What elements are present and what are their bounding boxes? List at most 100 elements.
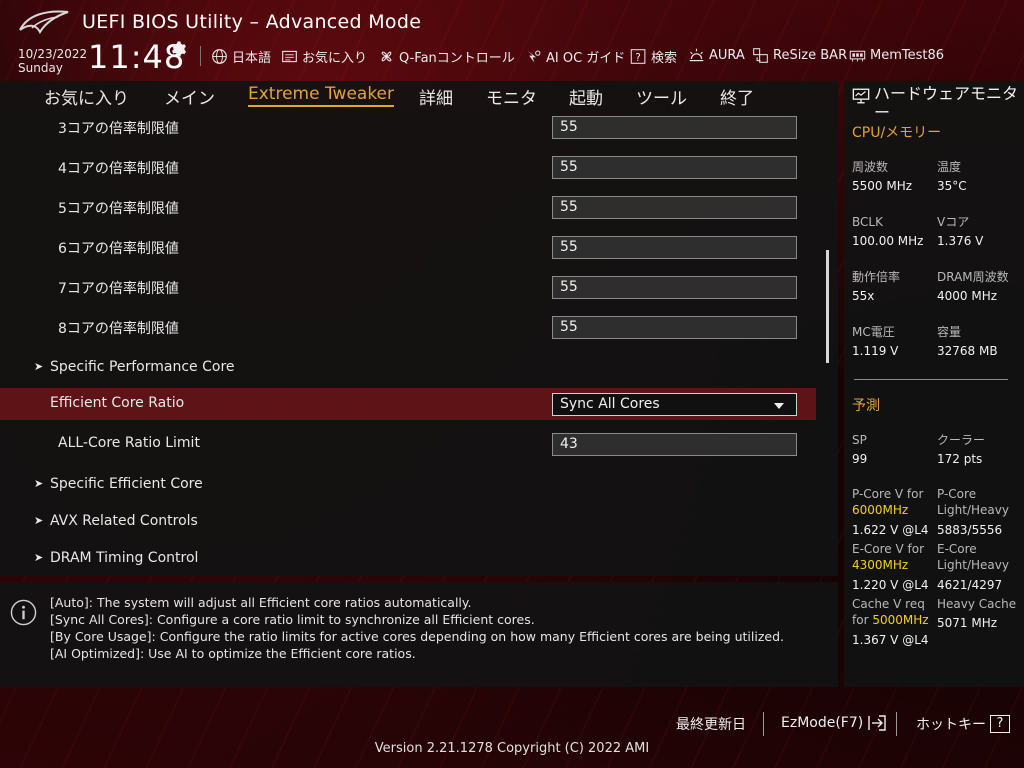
tab-advanced[interactable]: 詳細 bbox=[419, 84, 453, 109]
memtest-button[interactable]: MemTest86 bbox=[849, 47, 944, 64]
favorites-button[interactable]: お気に入り bbox=[281, 47, 367, 66]
language-button[interactable]: 日本語 bbox=[211, 47, 271, 66]
submenu-label: Specific Performance Core bbox=[50, 359, 235, 375]
ecore-v-label-text: E-Core V for bbox=[852, 542, 925, 556]
date-display: 10/23/2022 Sunday bbox=[18, 47, 87, 75]
date-text: 10/23/2022 bbox=[18, 47, 88, 61]
setting-row-core8-ratio[interactable]: 8コアの倍率制限値 55 bbox=[0, 311, 816, 343]
settings-panel: 3コアの倍率制限値 55 4コアの倍率制限値 55 5コアの倍率制限値 55 6… bbox=[0, 110, 838, 576]
aura-icon bbox=[689, 48, 704, 62]
hw-value-dram-frequency: 4000 MHz bbox=[937, 289, 998, 303]
hw-label-frequency: 周波数 bbox=[852, 160, 889, 174]
efficient-core-ratio-dropdown[interactable]: Sync All Cores bbox=[552, 393, 797, 416]
resize-bar-button[interactable]: ReSize BAR bbox=[752, 47, 847, 64]
dropdown-value: Sync All Cores bbox=[560, 396, 660, 412]
hw-label-heavy-cache: Heavy Cache bbox=[937, 597, 1017, 611]
core3-ratio-input[interactable]: 55 bbox=[552, 116, 797, 139]
qfan-button[interactable]: Q-Fanコントロール bbox=[378, 47, 515, 66]
last-modified-button[interactable]: 最終更新日 bbox=[676, 714, 746, 734]
resize-bar-label: ReSize BAR bbox=[773, 48, 848, 63]
tab-monitor[interactable]: モニタ bbox=[486, 84, 537, 109]
ai-oc-guide-button[interactable]: AI OC ガイド bbox=[525, 47, 625, 66]
setting-row-all-core-ratio-limit[interactable]: ALL-Core Ratio Limit 43 bbox=[0, 428, 816, 460]
hw-value-ratio: 55x bbox=[852, 289, 875, 303]
help-line: [By Core Usage]: Configure the ratio lim… bbox=[50, 629, 784, 644]
cache-v-label-text: Cache V req bbox=[852, 597, 925, 611]
hw-value-sp: 99 bbox=[852, 452, 868, 466]
tab-main[interactable]: メイン bbox=[164, 84, 215, 109]
hw-label-vcore: Vコア bbox=[937, 215, 970, 229]
hotkeys-button[interactable]: ホットキー ? bbox=[916, 714, 1010, 734]
ezmode-label: EzMode(F7) bbox=[781, 715, 864, 731]
submenu-dram-timing-control[interactable]: ➤ DRAM Timing Control bbox=[0, 543, 816, 575]
setting-row-efficient-core-ratio[interactable]: Efficient Core Ratio Sync All Cores bbox=[0, 388, 816, 420]
aura-button[interactable]: AURA bbox=[688, 47, 745, 64]
submenu-avx-related-controls[interactable]: ➤ AVX Related Controls bbox=[0, 506, 816, 538]
submenu-arrow-icon: ➤ bbox=[34, 360, 44, 373]
hw-label-pcore-v: P-Core V for 6000MHz bbox=[852, 486, 923, 518]
hw-value-pcore-v: 1.622 V @L4 bbox=[852, 523, 929, 537]
core8-ratio-input[interactable]: 55 bbox=[552, 316, 797, 339]
tab-tool[interactable]: ツール bbox=[636, 84, 687, 109]
footer-divider bbox=[896, 712, 897, 736]
memtest-icon bbox=[849, 50, 866, 62]
setting-row-core6-ratio[interactable]: 6コアの倍率制限値 55 bbox=[0, 231, 816, 263]
hw-label-capacity: 容量 bbox=[937, 325, 962, 339]
hw-label-pcore-light-heavy: P-Core Light/Heavy bbox=[937, 487, 1009, 517]
chevron-down-icon bbox=[774, 403, 784, 409]
setting-row-core3-ratio[interactable]: 3コアの倍率制限値 55 bbox=[0, 111, 816, 143]
tab-boot[interactable]: 起動 bbox=[569, 84, 603, 109]
footer-divider bbox=[763, 712, 764, 736]
globe-icon bbox=[212, 49, 227, 64]
aura-label: AURA bbox=[709, 48, 745, 63]
language-label: 日本語 bbox=[232, 51, 272, 66]
submenu-specific-performance-core[interactable]: ➤ Specific Performance Core bbox=[0, 352, 816, 384]
setting-label: 6コアの倍率制限値 bbox=[58, 241, 179, 257]
rog-logo bbox=[19, 10, 69, 35]
setting-label: 3コアの倍率制限値 bbox=[58, 121, 179, 137]
settings-scrollbar[interactable] bbox=[826, 250, 829, 363]
tab-exit[interactable]: 終了 bbox=[720, 84, 754, 109]
search-button[interactable]: ? 検索 bbox=[630, 47, 677, 66]
last-modified-label: 最終更新日 bbox=[676, 717, 746, 733]
hw-value-cache-v: 1.367 V @L4 bbox=[852, 633, 929, 647]
hw-label-ratio: 動作倍率 bbox=[852, 270, 901, 284]
cache-v-freq: 5000MHz bbox=[872, 613, 929, 627]
version-text: Version 2.21.1278 Copyright (C) 2022 AMI bbox=[374, 741, 650, 756]
ai-oc-label: AI OC ガイド bbox=[546, 51, 626, 66]
tab-favorites[interactable]: お気に入り bbox=[44, 84, 129, 109]
core5-ratio-input[interactable]: 55 bbox=[552, 196, 797, 219]
info-icon bbox=[10, 599, 37, 626]
setting-row-core7-ratio[interactable]: 7コアの倍率制限値 55 bbox=[0, 271, 816, 303]
favorites-icon bbox=[282, 50, 297, 63]
hw-label-ecore-v: E-Core V for 4300MHz bbox=[852, 541, 924, 573]
submenu-label: Specific Efficient Core bbox=[50, 476, 203, 492]
core4-ratio-input[interactable]: 55 bbox=[552, 156, 797, 179]
setting-row-core4-ratio[interactable]: 4コアの倍率制限値 55 bbox=[0, 151, 816, 183]
help-line: [Sync All Cores]: Configure a core ratio… bbox=[50, 612, 535, 627]
monitor-icon bbox=[852, 88, 870, 104]
hw-value-temperature: 35°C bbox=[937, 179, 967, 193]
hw-value-cooler: 172 pts bbox=[937, 452, 983, 466]
submenu-label: DRAM Timing Control bbox=[50, 550, 199, 566]
gear-icon[interactable] bbox=[170, 40, 188, 58]
cache-v-label-line2: for 5000MHz bbox=[852, 612, 929, 628]
resize-bar-icon bbox=[753, 48, 768, 63]
ezmode-button[interactable]: EzMode(F7) bbox=[781, 714, 887, 732]
qfan-label: Q-Fanコントロール bbox=[399, 51, 515, 66]
tab-extreme-tweaker[interactable]: Extreme Tweaker bbox=[248, 84, 395, 107]
submenu-specific-efficient-core[interactable]: ➤ Specific Efficient Core bbox=[0, 469, 816, 501]
help-question-icon: ? bbox=[990, 715, 1010, 733]
hw-value-pcore-light-heavy: 5883/5556 bbox=[937, 523, 1003, 537]
core7-ratio-input[interactable]: 55 bbox=[552, 276, 797, 299]
all-core-ratio-limit-input[interactable]: 43 bbox=[552, 433, 797, 456]
setting-label: 5コアの倍率制限値 bbox=[58, 201, 179, 217]
setting-row-core5-ratio[interactable]: 5コアの倍率制限値 55 bbox=[0, 191, 816, 223]
help-line: [Auto]: The system will adjust all Effic… bbox=[50, 595, 472, 610]
toolbar-divider bbox=[200, 46, 201, 66]
hw-label-sp: SP bbox=[852, 433, 867, 447]
ai-oc-icon bbox=[527, 50, 541, 63]
setting-label: ALL-Core Ratio Limit bbox=[58, 435, 200, 451]
core6-ratio-input[interactable]: 55 bbox=[552, 236, 797, 259]
main-tab-bar: お気に入り メイン Extreme Tweaker 詳細 モニタ 起動 ツール … bbox=[0, 81, 838, 110]
